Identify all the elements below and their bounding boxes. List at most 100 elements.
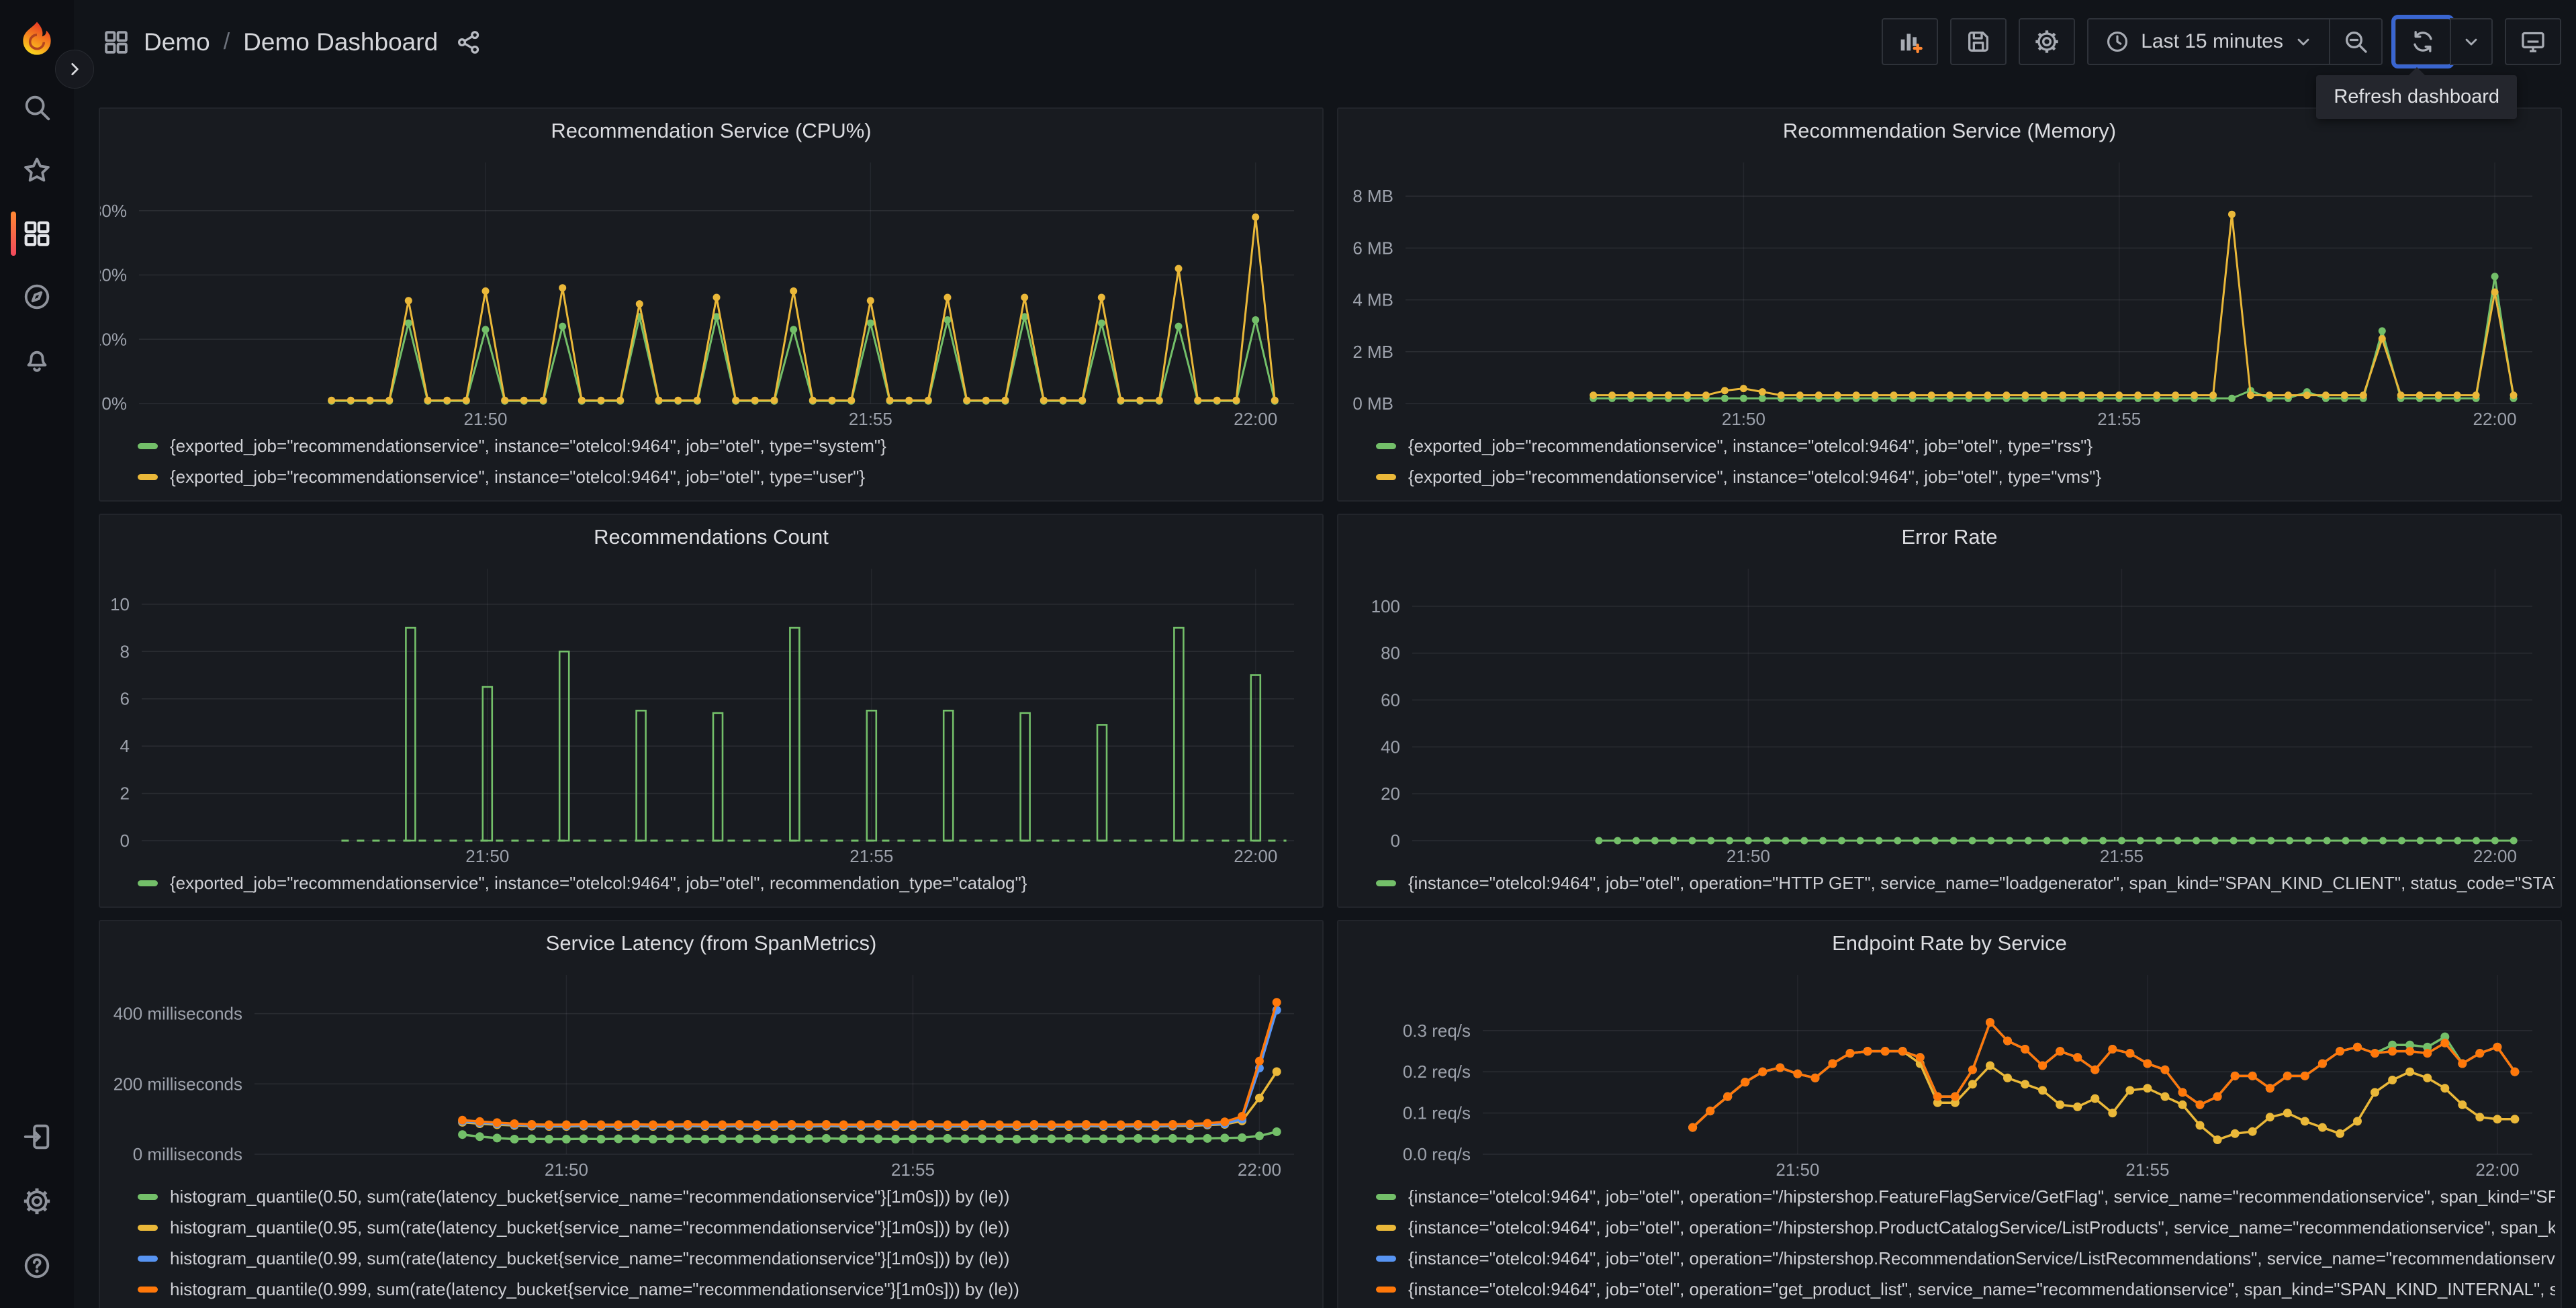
panel-title[interactable]: Service Latency (from SpanMetrics)	[100, 921, 1322, 966]
refresh-dashboard-button[interactable]	[2391, 15, 2454, 68]
monitor-icon	[2522, 32, 2544, 52]
sidebar-item-dashboards[interactable]	[21, 218, 52, 249]
sidebar-item-search[interactable]	[21, 92, 52, 123]
panel-legend: {exported_job="recommendationservice", i…	[100, 866, 1322, 906]
time-series-chart[interactable]: 0 MB 2 MB 4 MB 6 MB 8 MB 21:50 21:55 22:00	[1338, 153, 2561, 429]
legend-label[interactable]: histogram_quantile(0.99, sum(rate(latenc…	[170, 1248, 1009, 1269]
svg-text:21:55: 21:55	[891, 1160, 935, 1180]
dashboard-settings-button[interactable]	[2019, 18, 2076, 65]
legend-item[interactable]: {exported_job="recommendationservice", i…	[138, 868, 1317, 898]
tooltip-arrow	[2408, 67, 2425, 75]
breadcrumb-page[interactable]: Demo Dashboard	[243, 28, 438, 56]
panel-legend: {exported_job="recommendationservice", i…	[1338, 429, 2561, 500]
legend-swatch	[138, 1193, 158, 1200]
legend-item[interactable]: {instance="otelcol:9464", job="otel", op…	[1376, 1212, 2555, 1243]
sidebar-expand-button[interactable]	[55, 50, 94, 89]
legend-item[interactable]: {exported_job="recommendationservice", i…	[1376, 461, 2555, 492]
legend-label[interactable]: {instance="otelcol:9464", job="otel", op…	[1408, 1279, 2555, 1300]
legend-item[interactable]: {instance="otelcol:9464", job="otel", op…	[1376, 1181, 2555, 1212]
sidebar-item-explore[interactable]	[21, 281, 52, 312]
legend-label[interactable]: {instance="otelcol:9464", job="otel", op…	[1408, 1217, 2555, 1238]
svg-text:21:55: 21:55	[2097, 409, 2141, 429]
legend-label[interactable]: histogram_quantile(0.999, sum(rate(laten…	[170, 1279, 1019, 1300]
legend-item[interactable]: {instance="otelcol:9464", job="otel", op…	[1376, 1274, 2555, 1305]
svg-text:0: 0	[120, 831, 130, 851]
time-series-chart[interactable]: 0.0 req/s 0.1 req/s 0.2 req/s 0.3 req/s 21:5…	[1338, 966, 2561, 1180]
legend-item[interactable]: {exported_job="recommendationservice", i…	[1376, 430, 2555, 461]
sidebar-item-alerting[interactable]	[21, 344, 52, 375]
legend-item[interactable]: {instance="otelcol:9464", job="otel", op…	[1376, 1243, 2555, 1274]
svg-text:4 MB: 4 MB	[1352, 290, 1393, 310]
svg-text:40: 40	[1381, 737, 1400, 757]
refresh-icon	[2413, 31, 2432, 52]
cycle-view-mode-button[interactable]	[2505, 18, 2561, 65]
apps-grid-icon	[24, 221, 50, 246]
zoom-out-button[interactable]	[2329, 18, 2383, 65]
chart-canvas[interactable]: 0 2 4 6 8 10 21:50 21:55 22:00	[100, 559, 1322, 866]
sign-in-icon	[24, 1124, 50, 1150]
legend-label[interactable]: {exported_job="recommendationservice", i…	[1408, 436, 2092, 457]
legend-swatch	[1376, 1224, 1396, 1231]
legend-label[interactable]: {instance="otelcol:9464", job="otel", op…	[1408, 1248, 2555, 1269]
legend-item[interactable]: {exported_job="recommendationservice", i…	[138, 461, 1317, 492]
share-icon[interactable]	[455, 29, 482, 56]
svg-text:22:00: 22:00	[1234, 409, 1277, 429]
legend-label[interactable]: {exported_job="recommendationservice", i…	[170, 436, 886, 457]
chart-canvas[interactable]: 0% 10% 20% 30% 21:50 21:55 22:00	[100, 153, 1322, 429]
save-dashboard-button[interactable]	[1950, 18, 2007, 65]
chart-canvas[interactable]: 0.0 req/s 0.1 req/s 0.2 req/s 0.3 req/s 21:5…	[1338, 966, 2561, 1180]
sidebar-item-configuration[interactable]	[21, 1186, 52, 1217]
legend-item[interactable]: {instance="otelcol:9464", job="otel", op…	[1376, 868, 2555, 898]
legend-swatch	[1376, 442, 1396, 449]
time-series-chart[interactable]: 0 20 40 60 80 100 21:50 21:55 22:00	[1338, 559, 2561, 866]
legend-label[interactable]: {exported_job="recommendationservice", i…	[170, 467, 865, 487]
legend-label[interactable]: {instance="otelcol:9464", job="otel", op…	[1408, 873, 2555, 894]
chart-canvas[interactable]: 0 MB 2 MB 4 MB 6 MB 8 MB 21:50 21:55 22:00	[1338, 153, 2561, 429]
add-panel-icon	[1900, 34, 1923, 54]
add-panel-button[interactable]	[1882, 18, 1939, 65]
legend-swatch	[1376, 1255, 1396, 1262]
breadcrumb-section[interactable]: Demo	[144, 28, 210, 56]
legend-label[interactable]: {exported_job="recommendationservice", i…	[170, 873, 1027, 894]
legend-label[interactable]: histogram_quantile(0.95, sum(rate(latenc…	[170, 1217, 1009, 1238]
legend-item[interactable]: histogram_quantile(0.99, sum(rate(latenc…	[138, 1243, 1317, 1274]
panel-title[interactable]: Recommendations Count	[100, 515, 1322, 559]
refresh-interval-dropdown[interactable]	[2450, 18, 2493, 65]
panel-title[interactable]: Error Rate	[1338, 515, 2561, 559]
svg-text:30%: 30%	[100, 201, 127, 221]
legend-item[interactable]: histogram_quantile(0.95, sum(rate(latenc…	[138, 1212, 1317, 1243]
panel-legend: histogram_quantile(0.50, sum(rate(latenc…	[100, 1180, 1322, 1308]
svg-text:2 MB: 2 MB	[1352, 342, 1393, 362]
svg-text:0 MB: 0 MB	[1352, 393, 1393, 414]
grafana-logo[interactable]	[16, 20, 58, 62]
legend-item[interactable]: histogram_quantile(0.50, sum(rate(latenc…	[138, 1181, 1317, 1212]
svg-text:22:00: 22:00	[1238, 1160, 1281, 1180]
chart-canvas[interactable]: 0 milliseconds 200 milliseconds 400 millis…	[100, 966, 1322, 1180]
sidebar-item-help[interactable]	[21, 1250, 52, 1281]
svg-text:0.1 req/s: 0.1 req/s	[1403, 1103, 1471, 1123]
legend-swatch	[138, 1224, 158, 1231]
panel-title[interactable]: Recommendation Service (CPU%)	[100, 109, 1322, 153]
sidebar-item-starred[interactable]	[21, 155, 52, 186]
time-series-chart[interactable]: 0 milliseconds 200 milliseconds 400 millis…	[100, 966, 1322, 1180]
bar-chart[interactable]: 0 2 4 6 8 10 21:50 21:55 22:00	[100, 559, 1322, 866]
svg-text:4: 4	[120, 736, 130, 756]
svg-text:200 milliseconds: 200 milliseconds	[113, 1074, 242, 1094]
legend-item[interactable]: histogram_quantile(0.999, sum(rate(laten…	[138, 1274, 1317, 1305]
legend-label[interactable]: {instance="otelcol:9464", job="otel", op…	[1408, 1186, 2555, 1207]
sidebar-item-sign-in[interactable]	[21, 1121, 52, 1152]
legend-item[interactable]: {exported_job="recommendationservice", i…	[138, 430, 1317, 461]
panel-title[interactable]: Endpoint Rate by Service	[1338, 921, 2561, 966]
chart-canvas[interactable]: 0 20 40 60 80 100 21:50 21:55 22:00	[1338, 559, 2561, 866]
svg-text:21:50: 21:50	[1722, 409, 1765, 429]
clock-icon	[2107, 31, 2128, 52]
apps-grid-icon	[105, 30, 128, 54]
svg-text:21:55: 21:55	[849, 409, 892, 429]
svg-text:10%: 10%	[100, 329, 127, 349]
legend-label[interactable]: {exported_job="recommendationservice", i…	[1408, 467, 2101, 487]
time-range-picker[interactable]: Last 15 minutes	[2087, 18, 2330, 65]
panel-legend: {exported_job="recommendationservice", i…	[100, 429, 1322, 500]
time-series-chart[interactable]: 0% 10% 20% 30% 21:50 21:55 22:00	[100, 153, 1322, 429]
legend-label[interactable]: histogram_quantile(0.50, sum(rate(latenc…	[170, 1186, 1009, 1207]
panel-service-latency: Service Latency (from SpanMetrics) 0 mil…	[99, 920, 1324, 1308]
